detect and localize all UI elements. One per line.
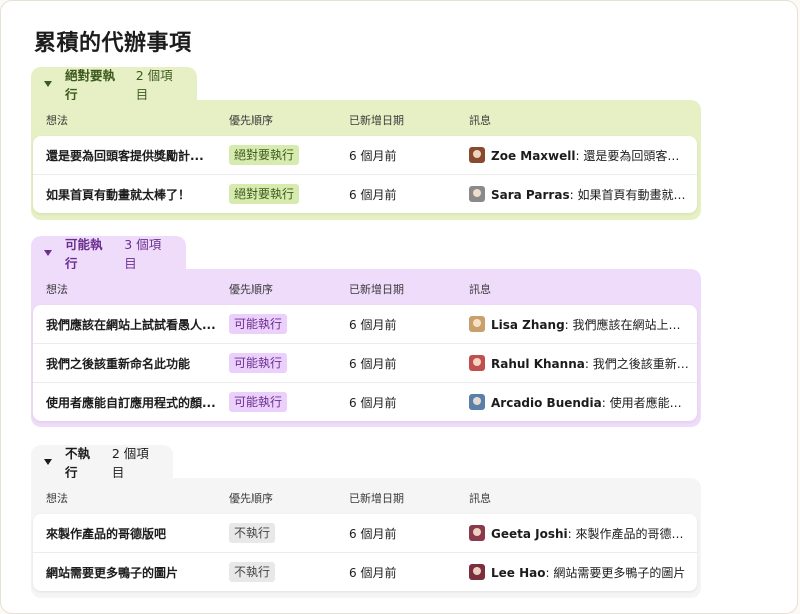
message-separator: : [567,526,576,541]
column-header-message[interactable]: 訊息 [469,112,491,128]
message-author: Lee Hao [491,565,546,580]
message-snippet: 如果首頁有動畫就太棒... [577,187,691,202]
table-row[interactable]: 使用者應能自訂應用程式的顏... 可能執行 6 個月前 Arcadio Buendia… [33,382,697,421]
idea-title: 來製作產品的哥德版吧 [46,527,167,541]
message-text: Arcadio Buendia: 使用者應能自訂應... [491,394,691,411]
column-header-idea[interactable]: 想法 [46,281,68,297]
message-cell: Geeta Joshi: 來製作產品的哥德版吧 [469,523,691,543]
message-separator: : [601,395,610,410]
priority-badge: 可能執行 [229,392,288,412]
message-text: Lisa Zhang: 我們應該在網站上試試... [491,316,691,333]
added-date: 6 個月前 [349,188,397,202]
message-author: Rahul Khanna [491,356,585,371]
backlog-panel: 累積的代辦事項 絕對要執行 2 個項目 想法 優先順序 已新增日期 訊息 還是要為回頭客提供… [0,0,798,614]
row-list: 還是要為回頭客提供獎勵計... 絕對要執行 6 個月前 Zoe Maxwell: 還是… [33,136,697,213]
group-name: 不執行 [65,446,91,480]
group-count: 3 個項目 [124,237,162,271]
table-row[interactable]: 我們之後該重新命名此功能 可能執行 6 個月前 Rahul Khanna: 我們之後該… [33,343,697,382]
group-count: 2 個項目 [135,68,173,102]
added-date: 6 個月前 [349,318,397,332]
avatar [469,355,485,371]
message-author: Sara Parras [491,187,570,202]
column-header-priority[interactable]: 優先順序 [229,281,273,297]
column-header-added[interactable]: 已新增日期 [349,112,404,128]
avatar [469,186,485,202]
added-date: 6 個月前 [349,149,397,163]
avatar [469,564,485,580]
message-text: Rahul Khanna: 我們之後該重新命名... [491,355,691,372]
message-snippet: 還是要為回頭客提供... [583,148,691,163]
priority-badge: 不執行 [229,523,276,543]
avatar [469,147,485,163]
idea-title: 我們應該在網站上試試看愚人... [46,318,216,332]
table-row[interactable]: 網站需要更多鴨子的圖片 不執行 6 個月前 Lee Hao: 網站需要更多鴨子的圖片 [33,552,697,591]
group-toggle[interactable]: 不執行 2 個項目 [31,445,173,480]
idea-title: 網站需要更多鴨子的圖片 [46,566,179,580]
column-header-idea[interactable]: 想法 [46,490,68,506]
message-snippet: 使用者應能自訂應... [609,395,691,410]
group-count: 2 個項目 [111,446,149,480]
message-cell: Zoe Maxwell: 還是要為回頭客提供... [469,145,691,165]
message-text: Geeta Joshi: 來製作產品的哥德版吧 [491,525,691,542]
avatar [469,394,485,410]
group-table: 想法 優先順序 已新增日期 訊息我們應該在網站上試試看愚人... 可能執行 6 個月前 Li… [31,269,701,427]
group-toggle[interactable]: 可能執行 3 個項目 [31,236,186,271]
message-cell: Lee Hao: 網站需要更多鴨子的圖片 [469,562,691,582]
group-toggle[interactable]: 絕對要執行 2 個項目 [31,67,197,102]
added-date: 6 個月前 [349,527,397,541]
message-text: Lee Hao: 網站需要更多鴨子的圖片 [491,564,685,581]
message-text: Sara Parras: 如果首頁有動畫就太棒... [491,186,691,203]
table-row[interactable]: 我們應該在網站上試試看愚人... 可能執行 6 個月前 Lisa Zhang: 我們應… [33,305,697,343]
column-header-message[interactable]: 訊息 [469,490,491,506]
message-snippet: 我們應該在網站上試試... [572,317,691,332]
message-snippet: 網站需要更多鴨子的圖片 [553,565,686,580]
message-cell: Lisa Zhang: 我們應該在網站上試試... [469,314,691,334]
message-cell: Sara Parras: 如果首頁有動畫就太棒... [469,184,691,204]
priority-badge: 不執行 [229,562,276,582]
message-text: Zoe Maxwell: 還是要為回頭客提供... [491,147,691,164]
priority-badge: 可能執行 [229,314,288,334]
message-cell: Arcadio Buendia: 使用者應能自訂應... [469,392,691,412]
group-name: 絕對要執行 [65,68,116,102]
row-list: 來製作產品的哥德版吧 不執行 6 個月前 Geeta Joshi: 來製作產品的哥德版… [33,514,697,591]
avatar [469,316,485,332]
added-date: 6 個月前 [349,357,397,371]
column-header-idea[interactable]: 想法 [46,112,68,128]
column-header-message[interactable]: 訊息 [469,281,491,297]
added-date: 6 個月前 [349,396,397,410]
idea-title: 我們之後該重新命名此功能 [46,357,191,371]
message-author: Lisa Zhang [491,317,565,332]
priority-badge: 可能執行 [229,353,288,373]
message-author: Zoe Maxwell [491,148,576,163]
priority-badge: 絕對要執行 [229,145,300,165]
caret-down-icon [44,250,52,256]
column-header-added[interactable]: 已新增日期 [349,281,404,297]
page-title: 累積的代辦事項 [34,31,192,56]
priority-badge: 絕對要執行 [229,184,300,204]
group-table: 想法 優先順序 已新增日期 訊息 來製作產品的哥德版吧 不執行 6 個月前 Geeta Jos… [31,478,701,598]
idea-title: 還是要為回頭客提供獎勵計... [46,149,204,163]
caret-down-icon [44,459,52,465]
message-separator: : [584,356,593,371]
message-cell: Rahul Khanna: 我們之後該重新命名... [469,353,691,373]
added-date: 6 個月前 [349,566,397,580]
table-row[interactable]: 還是要為回頭客提供獎勵計... 絕對要執行 6 個月前 Zoe Maxwell: 還是… [33,136,697,174]
row-list: 我們應該在網站上試試看愚人... 可能執行 6 個月前 Lisa Zhang: 我們應… [33,305,697,421]
table-row[interactable]: 如果首頁有動畫就太棒了！ 絕對要執行 6 個月前 Sara Parras: 如果首頁有… [33,174,697,213]
column-header-added[interactable]: 已新增日期 [349,490,404,506]
idea-title: 使用者應能自訂應用程式的顏... [46,396,216,410]
message-snippet: 我們之後該重新命名... [592,356,691,371]
caret-down-icon [44,81,52,87]
table-row[interactable]: 來製作產品的哥德版吧 不執行 6 個月前 Geeta Joshi: 來製作產品的哥德版… [33,514,697,552]
column-header-priority[interactable]: 優先順序 [229,490,273,506]
group-name: 可能執行 [65,237,103,271]
message-author: Geeta Joshi [491,526,568,541]
avatar [469,525,485,541]
group-table: 想法 優先順序 已新增日期 訊息還是要為回頭客提供獎勵計... 絕對要執行 6 個月前 Zo… [31,100,701,220]
idea-title: 如果首頁有動畫就太棒了！ [46,188,191,202]
message-separator: : [564,317,573,332]
column-header-priority[interactable]: 優先順序 [229,112,273,128]
message-snippet: 來製作產品的哥德版吧 [575,526,691,541]
message-author: Arcadio Buendia [491,395,602,410]
